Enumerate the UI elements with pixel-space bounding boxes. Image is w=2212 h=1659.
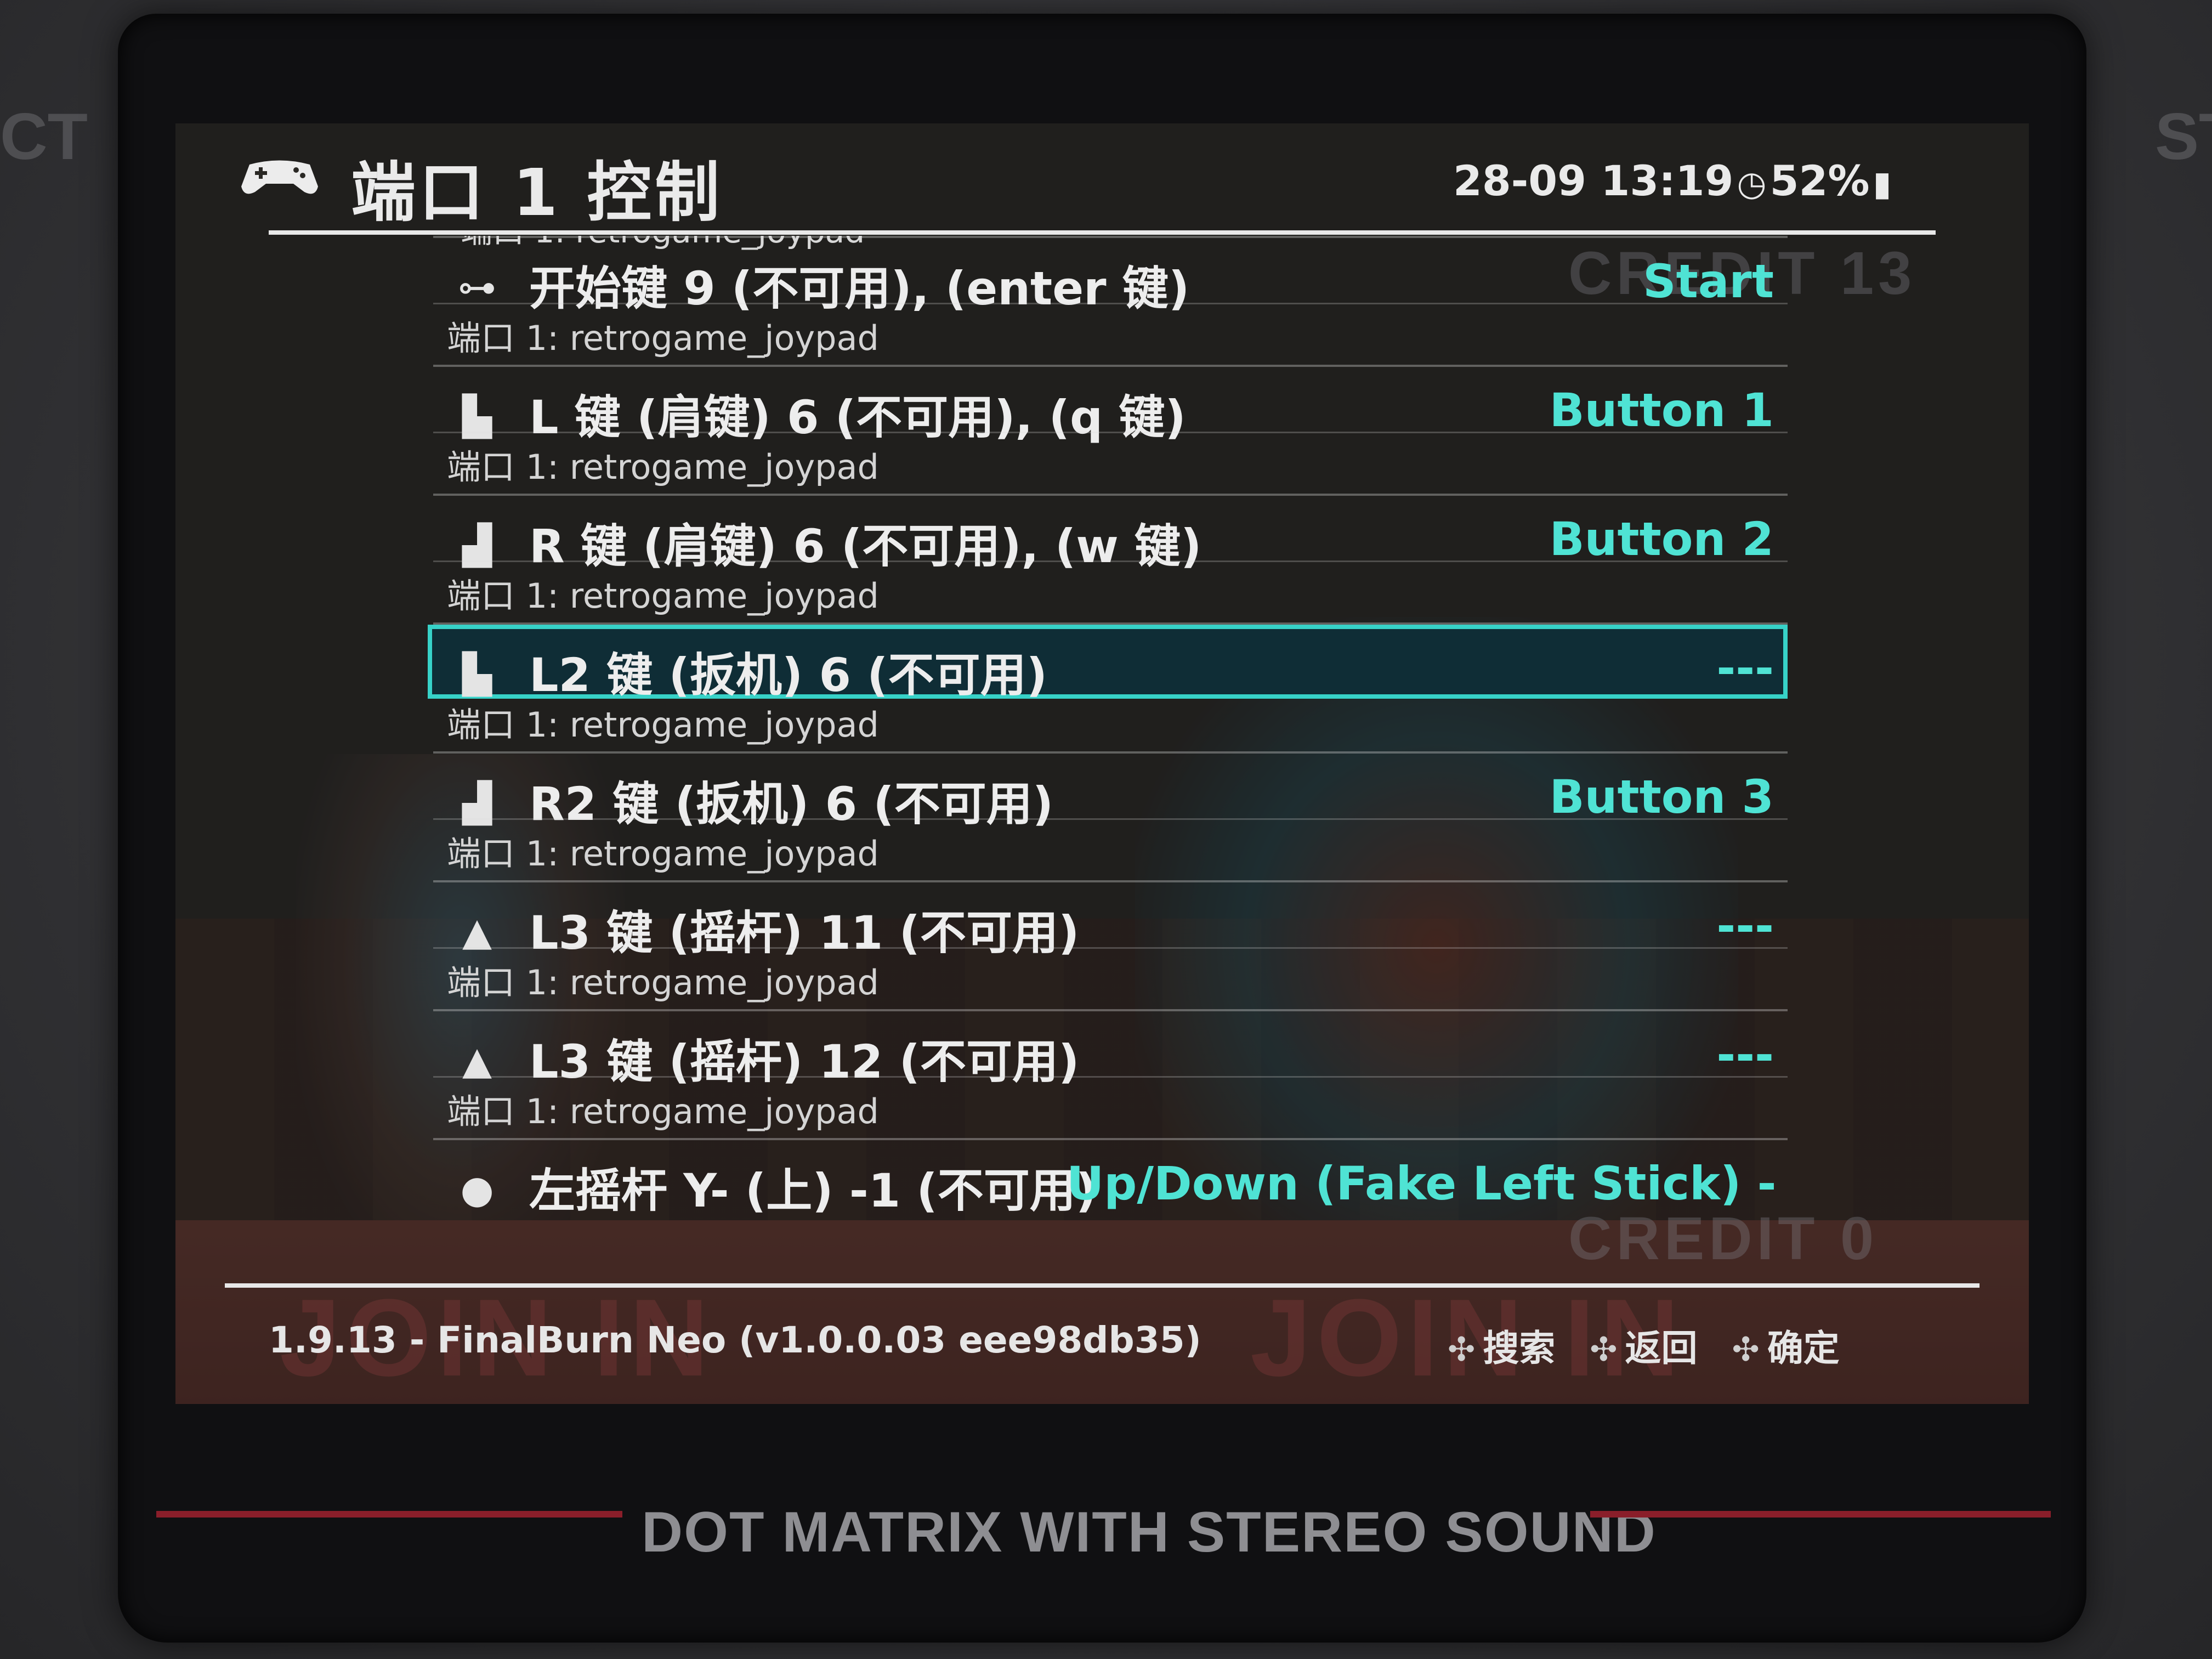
list-item-label: 左摇杆 Y- (上) -1 (不可用) — [529, 1164, 1097, 1218]
core-version-info: 1.9.13 - FinalBurn Neo (v1.0.0.03 eee98d… — [269, 1319, 1201, 1361]
hint-search[interactable]: ✣ 搜索 — [1448, 1319, 1555, 1372]
left-stick-icon: ● — [460, 1167, 494, 1212]
list-item-label: L3 键 (摇杆) 11 (不可用) — [529, 906, 1080, 960]
list-item-sublabel: 端口 1: retrogame_joypad — [447, 705, 879, 745]
device-body: CT ST CREDIT 13 CREDIT 0 JOIN IN JOIN IN… — [0, 0, 2212, 1659]
list-item-l3-button-12[interactable]: ▲ L3 键 (摇杆) 12 (不可用) --- 端口 1: retrogame… — [433, 1009, 1788, 1140]
list-item-value: Button 2 — [1549, 512, 1774, 566]
footer-divider — [225, 1283, 1980, 1288]
list-item-left-stick-y[interactable]: ● 左摇杆 Y- (上) -1 (不可用) Up/Down (Fake Left… — [433, 1138, 1788, 1269]
list-item-l3-button-11[interactable]: ▲ L3 键 (摇杆) 11 (不可用) --- 端口 1: retrogame… — [433, 880, 1788, 1011]
list-item-sublabel: 端口 1: retrogame_joypad — [447, 576, 879, 616]
hint-label: 搜索 — [1483, 1327, 1556, 1369]
list-item-l2-button[interactable]: ▙ L2 键 (扳机) 6 (不可用) --- 端口 1: retrogame_… — [428, 622, 1788, 754]
dpad-icon: ✣ — [1732, 1330, 1760, 1369]
brand-text: DOT MATRIX WITH STEREO SOUND — [642, 1501, 1657, 1564]
list-item-value: --- — [1716, 1028, 1774, 1082]
trigger-l2-icon: ▙ — [462, 652, 492, 697]
list-item-value: Start — [1643, 254, 1774, 308]
list-item-divider — [433, 560, 1788, 562]
hint-label: 返回 — [1625, 1327, 1698, 1369]
list-item-divider — [433, 303, 1788, 304]
list-item-sublabel: 端口 1: retrogame_joypad — [447, 834, 879, 874]
trigger-r2-icon: ▟ — [462, 780, 492, 825]
list-item-value: Button 1 — [1549, 383, 1774, 437]
brand-line-left — [156, 1511, 622, 1518]
device-side-text-right: ST — [2155, 100, 2212, 173]
list-item-label: L3 键 (摇杆) 12 (不可用) — [529, 1035, 1080, 1089]
shoulder-r-icon: ▟ — [462, 523, 492, 568]
battery-icon: ▮ — [1873, 163, 1892, 203]
device-side-text-left: CT — [0, 100, 88, 173]
dpad-icon: ✣ — [1590, 1330, 1618, 1369]
list-item-divider — [433, 818, 1788, 820]
list-item-value: Button 3 — [1549, 770, 1774, 824]
list-item-value: Up/Down (Fake Left Stick) - — [1067, 1157, 1777, 1210]
page-title: 端口 1 控制 — [351, 155, 723, 230]
hint-confirm[interactable]: ✣ 确定 — [1732, 1319, 1840, 1372]
list-item-divider — [433, 432, 1788, 433]
screen: CREDIT 13 CREDIT 0 JOIN IN JOIN IN 端口 1 … — [175, 123, 2029, 1404]
list-item-label: L2 键 (扳机) 6 (不可用) — [529, 648, 1047, 702]
dpad-icon: ✣ — [1448, 1330, 1476, 1369]
list-item-divider — [433, 1076, 1788, 1078]
list-item-sublabel: 端口 1: retrogame_joypad — [447, 447, 879, 487]
menu-header: 端口 1 控制 28-09 13:19◷52%▮ — [175, 123, 2029, 239]
header-divider — [269, 230, 1936, 235]
brand-line-right — [1590, 1511, 2051, 1518]
shoulder-l-icon: ▙ — [462, 394, 492, 439]
input-binding-list[interactable]: 端口 1: retrogame_joypad ⊶ 开始键 9 (不可用), (e… — [175, 236, 2029, 1281]
list-item-sublabel: 端口 1: retrogame_joypad — [447, 318, 879, 358]
list-item-label: L 键 (肩键) 6 (不可用), (q 键) — [529, 390, 1186, 444]
list-item-l-button[interactable]: ▙ L 键 (肩键) 6 (不可用), (q 键) Button 1 端口 1:… — [433, 365, 1788, 496]
list-item-value: --- — [1716, 899, 1774, 953]
hint-label: 确定 — [1767, 1327, 1840, 1369]
list-item-r2-button[interactable]: ▟ R2 键 (扳机) 6 (不可用) Button 3 端口 1: retro… — [433, 751, 1788, 882]
list-item-sublabel: 端口 1: retrogame_joypad — [447, 1091, 879, 1131]
gamepad-icon — [241, 160, 318, 194]
list-item-divider — [433, 947, 1788, 949]
start-icon: ⊶ — [458, 265, 496, 310]
datetime: 28-09 13:19 — [1453, 156, 1734, 205]
battery-level: 52% — [1769, 156, 1870, 205]
button-hints: ✣ 搜索 ✣ 返回 ✣ 确定 — [1448, 1319, 1862, 1372]
stick-l3-icon: ▲ — [462, 1038, 492, 1083]
status-bar: 28-09 13:19◷52%▮ — [1453, 156, 1895, 205]
list-item-r-button[interactable]: ▟ R 键 (肩键) 6 (不可用), (w 键) Button 2 端口 1:… — [433, 494, 1788, 625]
list-item-label: R 键 (肩键) 6 (不可用), (w 键) — [529, 519, 1202, 573]
list-item-start[interactable]: ⊶ 开始键 9 (不可用), (enter 键) Start 端口 1: ret… — [433, 236, 1788, 367]
hint-back[interactable]: ✣ 返回 — [1590, 1319, 1697, 1372]
list-item-label: R2 键 (扳机) 6 (不可用) — [529, 777, 1054, 831]
clock-icon: ◷ — [1737, 163, 1767, 203]
list-item-sublabel: 端口 1: retrogame_joypad — [447, 962, 879, 1003]
list-item-label: 开始键 9 (不可用), (enter 键) — [529, 262, 1190, 315]
list-item-value: --- — [1716, 641, 1774, 695]
stick-l3-icon: ▲ — [462, 909, 492, 954]
